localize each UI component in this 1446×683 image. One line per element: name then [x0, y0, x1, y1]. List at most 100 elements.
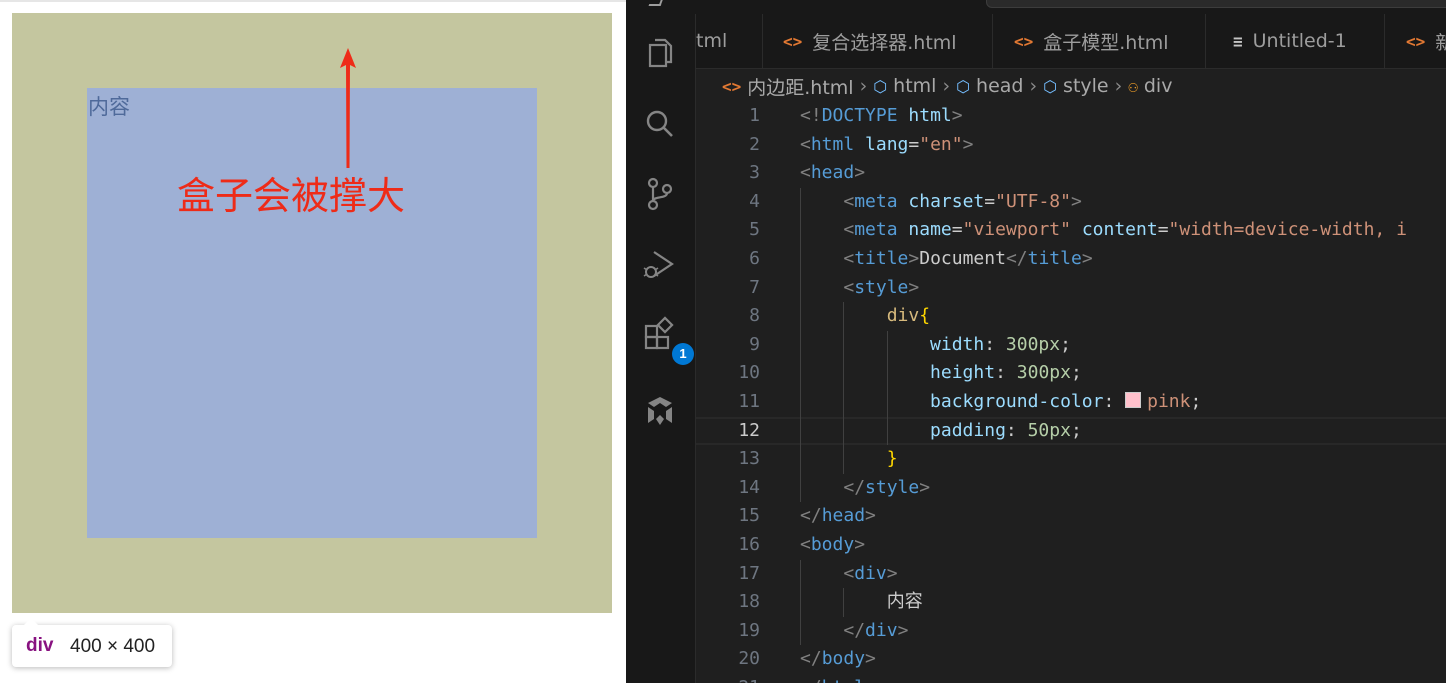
code-line[interactable]: 5 <meta name="viewport" content="width=d… — [696, 216, 1446, 245]
line-number: 4 — [749, 190, 760, 212]
line-number: 2 — [749, 133, 760, 155]
tab-0[interactable]: tml — [696, 14, 763, 68]
explorer-icon[interactable] — [638, 32, 682, 76]
code-line[interactable]: 1 <!DOCTYPE html> — [696, 102, 1446, 131]
tab-label: 新 — [1435, 28, 1446, 55]
code-line[interactable]: 8 div{ — [696, 302, 1446, 331]
breadcrumb-label: head — [976, 75, 1024, 97]
code-line[interactable]: 14 </style> — [696, 474, 1446, 503]
line-number: 5 — [749, 219, 760, 241]
chevron-icon[interactable] — [648, 0, 664, 6]
text-file-icon: ≡ — [1233, 31, 1243, 51]
line-number: 13 — [738, 448, 760, 470]
tab-label: 复合选择器.html — [812, 31, 957, 54]
code-text: <body> — [800, 534, 866, 555]
inspect-tooltip: div 400 × 400 — [12, 618, 172, 667]
code-text: <style> — [843, 276, 920, 298]
breadcrumb-html[interactable]: ⬡ html — [873, 75, 936, 97]
cube-icon: ⬡ — [956, 76, 971, 96]
html-icon: <> — [1406, 31, 1426, 51]
cube-icon: ⬡ — [873, 76, 888, 96]
extensions-icon[interactable]: 1 — [638, 312, 694, 365]
code-line[interactable]: 17 <div> — [696, 560, 1446, 589]
code-line[interactable]: 11 background-color: pink; — [696, 388, 1446, 417]
source-control-icon[interactable] — [638, 172, 682, 216]
code-text: <!DOCTYPE html> — [800, 105, 963, 126]
cube-icon: ⬡ — [1043, 76, 1058, 96]
code-line[interactable]: 15 </head> — [696, 502, 1446, 531]
chevron-right-icon: › — [1114, 75, 1123, 97]
code-text: <title>Document</title> — [843, 248, 1093, 269]
code-text: background-color: pink; — [930, 391, 1202, 412]
breadcrumb-style[interactable]: ⬡ style — [1043, 75, 1109, 97]
code-line[interactable]: 7 <style> — [696, 274, 1446, 303]
code-text: <meta charset="UTF-8"> — [843, 190, 1082, 212]
code-text: </html> — [800, 674, 876, 683]
code-text: height: 300px; — [930, 362, 1082, 384]
tab-label: 盒子模型.html — [1043, 31, 1169, 54]
line-number: 6 — [749, 248, 760, 269]
line-number: 19 — [738, 619, 760, 641]
line-number: 16 — [738, 534, 760, 555]
breadcrumb-label: 内边距.html — [747, 76, 854, 99]
html-icon: <> — [1014, 31, 1034, 51]
tab-3[interactable]: ≡ Untitled-1 — [1207, 14, 1385, 68]
title-bar — [626, 0, 1446, 14]
preview-top-border — [0, 0, 626, 2]
code-line[interactable]: 21 </html> — [696, 674, 1446, 683]
chevron-right-icon: › — [859, 75, 868, 97]
chevron-right-icon: › — [1029, 75, 1038, 97]
code-line[interactable]: 9 width: 300px; — [696, 331, 1446, 360]
line-number: 12 — [738, 419, 760, 441]
code-editor[interactable]: 1 <!DOCTYPE html> 2 <html lang="en"> 3 <head>… — [696, 102, 1446, 683]
code-text: <meta name="viewport" content="width=dev… — [843, 219, 1407, 241]
breadcrumb-label: div — [1143, 75, 1173, 97]
red-arrow-icon — [340, 48, 356, 168]
div-content-text: 内容 — [88, 95, 130, 119]
code-line[interactable]: 19 </div> — [696, 617, 1446, 646]
code-line[interactable]: 13 } — [696, 445, 1446, 474]
code-line[interactable]: 20 </body> — [696, 645, 1446, 674]
code-text: </head> — [800, 505, 876, 527]
code-text: padding: 50px; — [930, 419, 1082, 441]
code-line[interactable]: 4 <meta charset="UTF-8"> — [696, 188, 1446, 217]
code-line[interactable]: 12 padding: 50px; — [696, 416, 1446, 446]
code-line[interactable]: 6 <title>Document</title> — [696, 245, 1446, 274]
code-text: width: 300px; — [930, 333, 1071, 355]
line-number: 17 — [738, 562, 760, 584]
line-number: 21 — [696, 674, 760, 683]
line-number: 14 — [738, 476, 760, 498]
tab-4[interactable]: <> 新 — [1386, 14, 1446, 68]
line-number: 11 — [738, 391, 760, 412]
line-number: 3 — [749, 162, 760, 184]
run-debug-icon[interactable] — [638, 242, 682, 286]
tab-label: tml — [696, 30, 728, 52]
remote-explorer-icon[interactable] — [638, 389, 682, 433]
div-content-area[interactable] — [87, 88, 537, 538]
chevron-right-icon: › — [942, 75, 951, 97]
search-icon[interactable] — [638, 102, 682, 146]
css-selector-icon: ⚇ — [1128, 76, 1138, 96]
code-line[interactable]: 16 <body> — [696, 531, 1446, 560]
indent-guide — [800, 187, 801, 503]
code-text: </div> — [843, 619, 909, 641]
code-line[interactable]: 18 内容 — [696, 588, 1446, 617]
code-text: <html lang="en"> — [800, 133, 974, 155]
breadcrumb-head[interactable]: ⬡ head — [956, 75, 1023, 97]
tab-2[interactable]: <> 盒子模型.html — [994, 14, 1206, 68]
line-number: 18 — [738, 591, 760, 613]
code-line[interactable]: 2 <html lang="en"> — [696, 131, 1446, 160]
code-line[interactable]: 10 height: 300px; — [696, 359, 1446, 388]
command-center-search[interactable] — [986, 0, 1446, 8]
breadcrumb: <> 内边距.html › ⬡ html › ⬡ head › ⬡ style › ⚇ d… — [722, 71, 1172, 101]
code-line[interactable]: 3 <head> — [696, 159, 1446, 188]
code-text: div{ — [886, 305, 931, 327]
tab-label: Untitled-1 — [1252, 30, 1347, 52]
breadcrumb-label: style — [1063, 75, 1109, 97]
line-number: 8 — [749, 305, 760, 327]
color-swatch[interactable] — [1125, 392, 1142, 408]
html-icon: <> — [783, 31, 803, 51]
tab-1[interactable]: <> 复合选择器.html — [763, 14, 993, 68]
breadcrumb-div[interactable]: ⚇ div — [1128, 75, 1172, 97]
breadcrumb-file[interactable]: <> 内边距.html — [722, 73, 854, 100]
